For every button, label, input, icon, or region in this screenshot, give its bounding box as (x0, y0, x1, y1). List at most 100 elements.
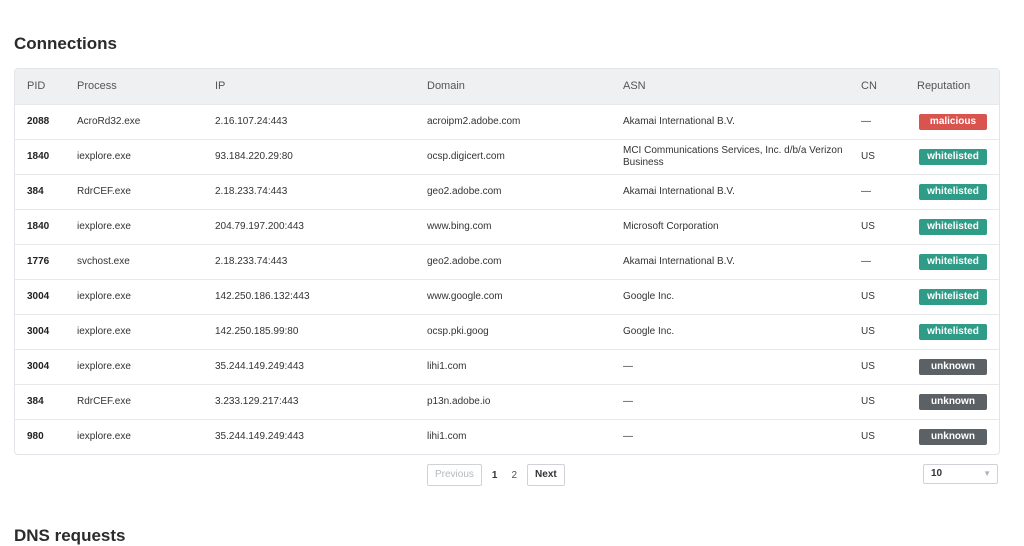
connections-title: Connections (14, 34, 117, 53)
cell-pid[interactable]: 384 (15, 173, 65, 209)
reputation-badge: whitelisted (919, 183, 987, 200)
cell-domain: lihi1.com (415, 348, 611, 384)
reputation-badge: whitelisted (919, 148, 987, 165)
cell-reputation: whitelisted (905, 173, 999, 209)
table-header-row: PID Process IP Domain ASN CN Reputation (15, 69, 999, 104)
table-row[interactable]: 384 RdrCEF.exe 3.233.129.217:443 p13n.adobe… (15, 383, 999, 419)
cell-cn: US (849, 418, 905, 454)
cell-cn: US (849, 138, 905, 174)
pagination: Previous 1 2 Next (427, 464, 565, 486)
column-header-pid[interactable]: PID (15, 69, 65, 104)
cell-pid[interactable]: 2088 (15, 103, 65, 139)
column-header-reputation[interactable]: Reputation (905, 69, 999, 104)
table-row[interactable]: 3004 iexplore.exe 142.250.185.99:80 ocsp.pk… (15, 313, 999, 349)
cell-cn: — (849, 103, 905, 139)
cell-pid[interactable]: 1840 (15, 208, 65, 244)
cell-process[interactable]: iexplore.exe (65, 313, 203, 349)
cell-ip: 204.79.197.200:443 (203, 208, 415, 244)
cell-domain: www.google.com (415, 278, 611, 314)
cell-pid[interactable]: 3004 (15, 313, 65, 349)
cell-asn: Akamai International B.V. (611, 103, 849, 139)
cell-domain: ocsp.digicert.com (415, 138, 611, 174)
page-1-link[interactable]: 1 (488, 470, 502, 481)
cell-ip: 3.233.129.217:443 (203, 383, 415, 419)
cell-domain: geo2.adobe.com (415, 243, 611, 279)
cell-reputation: unknown (905, 418, 999, 454)
column-header-ip[interactable]: IP (203, 69, 415, 104)
previous-page-button[interactable]: Previous (427, 464, 482, 486)
cell-reputation: malicious (905, 103, 999, 139)
cell-reputation: whitelisted (905, 138, 999, 174)
cell-cn: — (849, 173, 905, 209)
cell-cn: US (849, 208, 905, 244)
table-row[interactable]: 2088 AcroRd32.exe 2.16.107.24:443 acroipm2.… (15, 103, 999, 139)
cell-asn: Akamai International B.V. (611, 243, 849, 279)
column-header-process[interactable]: Process (65, 69, 203, 104)
cell-cn: US (849, 348, 905, 384)
cell-process[interactable]: iexplore.exe (65, 418, 203, 454)
cell-process[interactable]: iexplore.exe (65, 278, 203, 314)
cell-reputation: whitelisted (905, 278, 999, 314)
cell-domain: acroipm2.adobe.com (415, 103, 611, 139)
cell-ip: 93.184.220.29:80 (203, 138, 415, 174)
table-row[interactable]: 3004 iexplore.exe 35.244.149.249:443 lihi1.… (15, 348, 999, 384)
rows-per-page-value: 10 (931, 468, 943, 479)
cell-pid[interactable]: 384 (15, 383, 65, 419)
cell-pid[interactable]: 980 (15, 418, 65, 454)
cell-asn: Google Inc. (611, 313, 849, 349)
cell-reputation: whitelisted (905, 208, 999, 244)
rows-per-page-select[interactable]: 10 ▼ (923, 464, 998, 484)
cell-ip: 142.250.186.132:443 (203, 278, 415, 314)
cell-ip: 2.16.107.24:443 (203, 103, 415, 139)
table-row[interactable]: 1776 svchost.exe 2.18.233.74:443 geo2.adobe… (15, 243, 999, 279)
cell-process[interactable]: iexplore.exe (65, 138, 203, 174)
connections-table: PID Process IP Domain ASN CN Reputation … (14, 68, 1000, 455)
column-header-asn[interactable]: ASN (611, 69, 849, 104)
cell-asn: — (611, 383, 849, 419)
column-header-domain[interactable]: Domain (415, 69, 611, 104)
cell-pid[interactable]: 1776 (15, 243, 65, 279)
cell-process[interactable]: iexplore.exe (65, 208, 203, 244)
cell-reputation: whitelisted (905, 243, 999, 279)
cell-reputation: whitelisted (905, 313, 999, 349)
cell-ip: 35.244.149.249:443 (203, 418, 415, 454)
cell-process[interactable]: AcroRd32.exe (65, 103, 203, 139)
cell-cn: US (849, 313, 905, 349)
reputation-badge: unknown (919, 393, 987, 410)
cell-pid[interactable]: 1840 (15, 138, 65, 174)
dns-requests-title: DNS requests (14, 526, 126, 545)
cell-process[interactable]: iexplore.exe (65, 348, 203, 384)
cell-pid[interactable]: 3004 (15, 348, 65, 384)
page-2-link[interactable]: 2 (507, 470, 521, 481)
cell-asn: Microsoft Corporation (611, 208, 849, 244)
cell-pid[interactable]: 3004 (15, 278, 65, 314)
cell-process[interactable]: svchost.exe (65, 243, 203, 279)
cell-ip: 2.18.233.74:443 (203, 243, 415, 279)
table-row[interactable]: 384 RdrCEF.exe 2.18.233.74:443 geo2.adobe.c… (15, 173, 999, 209)
reputation-badge: malicious (919, 113, 987, 130)
cell-ip: 35.244.149.249:443 (203, 348, 415, 384)
chevron-down-icon: ▼ (983, 469, 991, 478)
cell-domain: www.bing.com (415, 208, 611, 244)
cell-reputation: unknown (905, 383, 999, 419)
cell-cn: US (849, 383, 905, 419)
reputation-badge: whitelisted (919, 218, 987, 235)
reputation-badge: unknown (919, 358, 987, 375)
next-page-button[interactable]: Next (527, 464, 565, 486)
cell-domain: ocsp.pki.goog (415, 313, 611, 349)
cell-asn: — (611, 418, 849, 454)
reputation-badge: whitelisted (919, 253, 987, 270)
table-row[interactable]: 1840 iexplore.exe 93.184.220.29:80 ocsp.dig… (15, 138, 999, 174)
cell-cn: US (849, 278, 905, 314)
cell-process[interactable]: RdrCEF.exe (65, 383, 203, 419)
cell-process[interactable]: RdrCEF.exe (65, 173, 203, 209)
cell-domain: p13n.adobe.io (415, 383, 611, 419)
column-header-cn[interactable]: CN (849, 69, 905, 104)
cell-domain: lihi1.com (415, 418, 611, 454)
reputation-badge: whitelisted (919, 323, 987, 340)
table-row[interactable]: 3004 iexplore.exe 142.250.186.132:443 www.g… (15, 278, 999, 314)
table-row[interactable]: 1840 iexplore.exe 204.79.197.200:443 www.bi… (15, 208, 999, 244)
table-row[interactable]: 980 iexplore.exe 35.244.149.249:443 lihi1.c… (15, 418, 999, 454)
cell-asn: Akamai International B.V. (611, 173, 849, 209)
cell-reputation: unknown (905, 348, 999, 384)
